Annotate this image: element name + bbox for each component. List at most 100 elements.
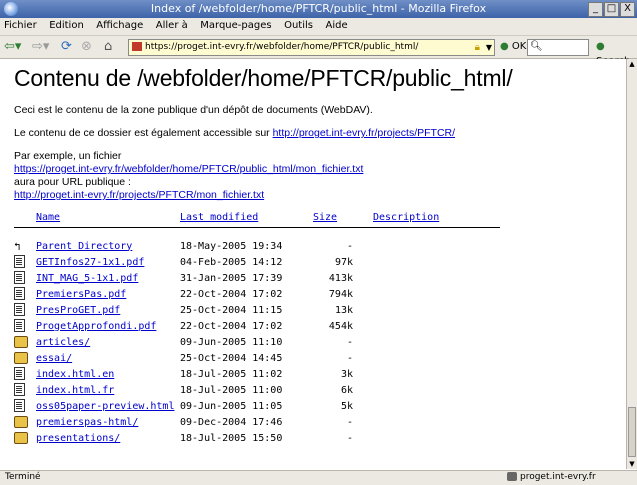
menu-bar: Fichier Edition Affichage Aller à Marque… <box>0 18 637 36</box>
entry-link[interactable]: oss05paper-preview.html <box>36 401 174 412</box>
table-row: INT_MAG_5-1x1.pdf 31-Jan-2005 17:39 413k <box>14 270 500 286</box>
scroll-down-icon[interactable]: ▼ <box>627 459 637 469</box>
sort-by-description-link[interactable]: Description <box>373 212 439 223</box>
security-icon[interactable] <box>507 472 517 481</box>
entry-size: 3k <box>340 368 353 380</box>
example-webdav-link[interactable]: https://proget.int-evry.fr/webfolder/hom… <box>14 163 363 175</box>
maximize-button[interactable]: □ <box>604 2 619 17</box>
entry-size: 5k <box>340 400 353 412</box>
folder-icon <box>14 335 28 348</box>
directory-listing: Name Last modified Size Description ↰ Pa… <box>14 212 500 446</box>
menu-affichage[interactable]: Affichage <box>92 18 148 31</box>
url-dropdown-icon[interactable]: ▼ <box>486 40 492 55</box>
status-host: proget.int-evry.fr <box>520 472 596 482</box>
menu-fichier[interactable]: Fichier <box>0 18 42 31</box>
close-button[interactable]: X <box>620 2 635 17</box>
status-text: Terminé <box>5 472 41 482</box>
table-row: GETInfos27-1x1.pdf 04-Feb-2005 14:12 97k <box>14 254 500 270</box>
go-button[interactable]: ● OK <box>500 39 526 54</box>
back-icon[interactable]: ⇦▾ <box>4 39 21 55</box>
entry-link[interactable]: INT_MAG_5-1x1.pdf <box>36 273 138 284</box>
intro-paragraph: Ceci est le contenu de la zone publique … <box>14 104 373 116</box>
menu-outils[interactable]: Outils <box>280 18 318 31</box>
entry-size: 794k <box>328 288 353 300</box>
entry-date: 22-Oct-2004 17:02 <box>180 288 283 300</box>
table-row: essai/ 25-Oct-2004 14:45 - <box>14 350 500 366</box>
example-public-link[interactable]: http://proget.int-evry.fr/projects/PFTCR… <box>14 189 264 201</box>
entry-link[interactable]: index.html.en <box>36 369 114 380</box>
entry-date: 09-Jun-2005 11:10 <box>180 336 283 348</box>
menu-aller-a[interactable]: Aller à <box>152 18 193 31</box>
entry-date: 18-May-2005 19:34 <box>180 240 283 252</box>
sort-by-size-link[interactable]: Size <box>313 212 337 223</box>
entry-date: 04-Feb-2005 14:12 <box>180 256 283 268</box>
url-text: https://proget.int-evry.fr/webfolder/hom… <box>145 42 419 52</box>
sort-by-date-link[interactable]: Last modified <box>180 212 258 223</box>
entry-link[interactable]: PresProGET.pdf <box>36 305 120 316</box>
page-content: Contenu de /webfolder/home/PFTCR/public_… <box>0 59 627 469</box>
entry-link[interactable]: essai/ <box>36 353 72 364</box>
menu-marque-pages[interactable]: Marque-pages <box>196 18 276 31</box>
menu-aide[interactable]: Aide <box>321 18 352 31</box>
example-intro: Par exemple, un fichier <box>14 150 122 162</box>
entry-size: 97k <box>334 256 353 268</box>
entry-date: 18-Jul-2005 15:50 <box>180 432 283 444</box>
file-icon <box>14 255 25 268</box>
sort-by-name-link[interactable]: Name <box>36 212 60 223</box>
entry-size: - <box>346 240 353 252</box>
folder-icon <box>14 415 28 428</box>
entry-date: 09-Jun-2005 11:05 <box>180 400 283 412</box>
navigation-toolbar: ⇦▾ ⇨▾ ⟳ ⊗ ⌂ https://proget.int-evry.fr/w… <box>0 36 637 67</box>
example-paragraph: Par exemple, un fichier https://proget.i… <box>14 150 627 202</box>
entry-link[interactable]: premierspas-html/ <box>36 417 138 428</box>
window-title: Index of /webfolder/home/PFTCR/public_ht… <box>150 2 487 15</box>
table-row: index.html.en 18-Jul-2005 11:02 3k <box>14 366 500 382</box>
entry-size: 413k <box>328 272 353 284</box>
minimize-button[interactable]: _ <box>588 2 603 17</box>
table-row: presentations/ 18-Jul-2005 15:50 - <box>14 430 500 446</box>
file-icon <box>14 319 25 332</box>
entry-link[interactable]: PremiersPas.pdf <box>36 289 126 300</box>
file-icon <box>14 271 25 284</box>
table-row: index.html.fr 18-Jul-2005 11:00 6k <box>14 382 500 398</box>
vertical-scrollbar[interactable]: ▲ ▼ <box>626 59 637 469</box>
stop-icon[interactable]: ⊗ <box>81 39 92 55</box>
entry-size: - <box>346 336 353 348</box>
status-bar: Terminé proget.int-evry.fr <box>0 470 637 485</box>
menu-edition[interactable]: Edition <box>45 18 89 31</box>
file-icon <box>14 303 25 316</box>
lock-icon[interactable]: 🔒︎ <box>475 40 480 55</box>
entry-date: 25-Oct-2004 11:15 <box>180 304 283 316</box>
entry-size: - <box>346 416 353 428</box>
site-favicon-icon <box>132 42 142 51</box>
file-icon <box>14 383 25 396</box>
entry-size: 454k <box>328 320 353 332</box>
search-input[interactable]: 🔍︎ <box>527 39 589 56</box>
entry-link[interactable]: presentations/ <box>36 433 120 444</box>
entry-link[interactable]: GETInfos27-1x1.pdf <box>36 257 144 268</box>
example-middle: aura pour URL publique : <box>14 176 131 188</box>
entry-link[interactable]: Parent Directory <box>36 241 132 252</box>
table-row: PresProGET.pdf 25-Oct-2004 11:15 13k <box>14 302 500 318</box>
scroll-up-icon[interactable]: ▲ <box>627 59 637 69</box>
entry-date: 22-Oct-2004 17:02 <box>180 320 283 332</box>
folder-icon <box>14 351 28 364</box>
entry-date: 31-Jan-2005 17:39 <box>180 272 283 284</box>
home-icon[interactable]: ⌂ <box>104 39 112 55</box>
reload-icon[interactable]: ⟳ <box>61 39 72 55</box>
entry-link[interactable]: ProgetApprofondi.pdf <box>36 321 156 332</box>
file-icon <box>14 367 25 380</box>
entry-link[interactable]: index.html.fr <box>36 385 114 396</box>
entry-date: 18-Jul-2005 11:00 <box>180 384 283 396</box>
scrollbar-thumb[interactable] <box>628 407 636 457</box>
file-icon <box>14 399 25 412</box>
entry-size: 6k <box>340 384 353 396</box>
url-field[interactable]: https://proget.int-evry.fr/webfolder/hom… <box>128 39 495 56</box>
table-row: ProgetApprofondi.pdf 22-Oct-2004 17:02 4… <box>14 318 500 334</box>
forward-icon[interactable]: ⇨▾ <box>32 39 49 55</box>
table-row: ↰ Parent Directory 18-May-2005 19:34 - <box>14 238 500 254</box>
mirror-text: Le contenu de ce dossier est également a… <box>14 127 273 139</box>
mirror-link[interactable]: http://proget.int-evry.fr/projects/PFTCR… <box>273 127 455 139</box>
parent-directory-icon: ↰ <box>14 239 21 253</box>
entry-link[interactable]: articles/ <box>36 337 90 348</box>
